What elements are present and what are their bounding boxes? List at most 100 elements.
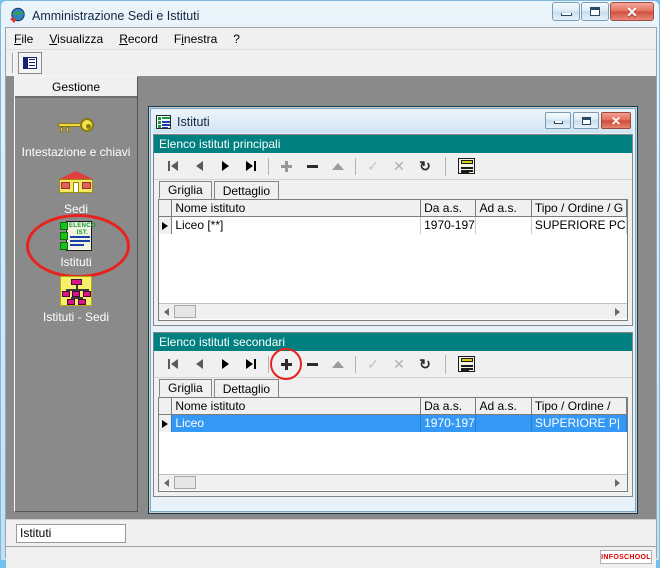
window-title: Amministrazione Sedi e Istituti xyxy=(32,8,200,23)
cell-da-as[interactable]: 1970-1971 xyxy=(421,217,477,234)
grid-header-principali: Nome istituto Da a.s. Ad a.s. Tipo / Ord… xyxy=(159,200,627,217)
grid-body-secondari: Liceo 1970-1971 SUPERIORE P| xyxy=(159,415,627,474)
status-field[interactable]: Istituti xyxy=(16,524,126,543)
grid-secondari: Nome istituto Da a.s. Ad a.s. Tipo / Ord… xyxy=(158,397,628,492)
refresh-record-icon[interactable]: ↻ xyxy=(412,154,438,178)
child-close-button[interactable]: ✕ xyxy=(601,112,631,129)
grid-empty-space xyxy=(159,432,627,474)
grid-header-selector xyxy=(159,200,173,216)
post-record-icon[interactable]: ✓ xyxy=(360,154,386,178)
menu-item-record-rest: ecord xyxy=(127,31,158,46)
sidebar-item-istituti-sedi[interactable]: Istituti - Sedi xyxy=(15,275,137,324)
child-minimize-icon xyxy=(553,121,563,124)
hscroll-thumb[interactable] xyxy=(174,476,196,489)
hscroll-left-arrow[interactable] xyxy=(159,478,173,487)
nav-next-icon[interactable] xyxy=(212,352,238,376)
cell-nome-istituto[interactable]: Liceo [**] xyxy=(172,217,422,234)
window-client-area: File Visualizza Record Finestra ? Gestio… xyxy=(5,27,657,568)
bottom-bar: Istituti xyxy=(6,519,656,546)
cell-da-as[interactable]: 1970-1971 xyxy=(421,415,477,432)
menu-item-finestra[interactable]: Finestra xyxy=(174,32,217,46)
tab-griglia-secondari[interactable]: Griglia xyxy=(159,379,212,397)
org-chart-icon xyxy=(15,275,137,307)
panel-header-secondari: Elenco istituti secondari xyxy=(154,333,632,351)
add-record-icon[interactable] xyxy=(270,348,302,380)
sidebar-item-intestazione-e-chiavi[interactable]: Intestazione e chiavi xyxy=(15,108,137,159)
hscroll-left-arrow[interactable] xyxy=(159,307,173,316)
list-details-icon[interactable] xyxy=(18,51,42,74)
table-row[interactable]: Liceo 1970-1971 SUPERIORE P| xyxy=(159,415,627,432)
hscroll-thumb[interactable] xyxy=(174,305,196,318)
panel-header-principali: Elenco istituti principali xyxy=(154,135,632,153)
tab-griglia-principali[interactable]: Griglia xyxy=(159,181,212,199)
grid-hscrollbar-principali[interactable] xyxy=(159,303,627,319)
nav-last-icon[interactable] xyxy=(238,352,264,376)
grid-col-nome-istituto[interactable]: Nome istituto xyxy=(172,398,422,414)
grid-col-da-as[interactable]: Da a.s. xyxy=(421,200,477,216)
cell-tipo-ordine[interactable]: SUPERIORE PCO xyxy=(532,217,627,234)
sidebar-item-istituti[interactable]: ELENCO IST. Istituti xyxy=(15,214,137,278)
menu-item-file-rest: ile xyxy=(21,31,34,46)
tab-dettaglio-secondari[interactable]: Dettaglio xyxy=(213,379,280,397)
mdi-client-area: Gestione Intestazione e chiavi Sedi ELEN… xyxy=(6,76,656,519)
cell-ad-as[interactable] xyxy=(476,415,532,432)
child-minimize-button[interactable] xyxy=(545,112,571,129)
istituti-window-icon xyxy=(156,115,171,129)
nav-first-icon[interactable] xyxy=(160,154,186,178)
cell-tipo-ordine[interactable]: SUPERIORE P| xyxy=(531,415,627,432)
menu-item-visualizza[interactable]: Visualizza xyxy=(49,32,103,46)
nav-first-icon[interactable] xyxy=(160,352,186,376)
grid-principali: Nome istituto Da a.s. Ad a.s. Tipo / Ord… xyxy=(158,199,628,321)
grid-col-tipo-ordine[interactable]: Tipo / Ordine / G xyxy=(531,200,627,216)
edit-record-icon[interactable] xyxy=(325,352,351,376)
delete-record-icon[interactable] xyxy=(299,154,325,178)
print-icon[interactable] xyxy=(453,154,479,178)
nav-prev-icon[interactable] xyxy=(186,352,212,376)
nav-last-icon[interactable] xyxy=(238,154,264,178)
cell-nome-istituto[interactable]: Liceo xyxy=(172,415,422,432)
delete-record-icon[interactable] xyxy=(299,352,325,376)
cancel-record-icon[interactable]: ✕ xyxy=(386,154,412,178)
app-globe-icon xyxy=(9,7,26,24)
row-marker xyxy=(159,217,173,234)
refresh-record-icon[interactable]: ↻ xyxy=(412,352,438,376)
child-window-title: Istituti xyxy=(177,115,210,129)
grid-col-nome-istituto[interactable]: Nome istituto xyxy=(172,200,422,216)
statusbar: INFOSCHOOL xyxy=(6,546,656,568)
child-maximize-icon xyxy=(581,116,591,125)
nav-next-icon[interactable] xyxy=(212,154,238,178)
table-row[interactable]: Liceo [**] 1970-1971 SUPERIORE PCO xyxy=(159,217,627,234)
hscroll-right-arrow[interactable] xyxy=(610,307,624,316)
sidebar-item-sedi[interactable]: Sedi xyxy=(15,165,137,216)
grid-col-ad-as[interactable]: Ad a.s. xyxy=(476,398,532,414)
cell-ad-as[interactable] xyxy=(476,217,532,234)
tab-dettaglio-principali[interactable]: Dettaglio xyxy=(213,181,280,199)
infoschool-logo: INFOSCHOOL xyxy=(600,550,652,564)
close-icon: ✕ xyxy=(626,3,638,20)
cancel-record-icon[interactable]: ✕ xyxy=(386,352,412,376)
child-window-inner: Istituti ✕ Elenco istituti principali ✓ … xyxy=(150,108,636,512)
nav-separator-2 xyxy=(355,355,356,373)
print-icon[interactable] xyxy=(453,352,479,376)
add-record-icon[interactable] xyxy=(273,154,299,178)
edit-record-icon[interactable] xyxy=(325,154,351,178)
list-glyph-right xyxy=(28,58,36,68)
panel-istituti-secondari: Elenco istituti secondari ✓ ✕ ↻ Griglia … xyxy=(153,332,633,497)
grid-col-ad-as[interactable]: Ad a.s. xyxy=(476,200,532,216)
window-maximize-button[interactable] xyxy=(581,2,609,21)
menu-item-file[interactable]: File xyxy=(14,32,33,46)
menu-item-record[interactable]: Record xyxy=(119,32,158,46)
window-close-button[interactable]: ✕ xyxy=(610,2,654,21)
grid-header-selector xyxy=(159,398,173,414)
elenco-icon-text: ELENCO IST. xyxy=(69,223,96,236)
grid-hscrollbar-secondari[interactable] xyxy=(159,474,627,490)
child-maximize-button[interactable] xyxy=(573,112,599,129)
nav-toolbar-secondari: ✓ ✕ ↻ xyxy=(154,348,632,380)
nav-prev-icon[interactable] xyxy=(186,154,212,178)
hscroll-right-arrow[interactable] xyxy=(610,478,624,487)
post-record-icon[interactable]: ✓ xyxy=(360,352,386,376)
grid-col-tipo-ordine[interactable]: Tipo / Ordine / xyxy=(531,398,627,414)
window-minimize-button[interactable] xyxy=(552,2,580,21)
grid-col-da-as[interactable]: Da a.s. xyxy=(421,398,477,414)
menu-item-help[interactable]: ? xyxy=(233,32,240,46)
